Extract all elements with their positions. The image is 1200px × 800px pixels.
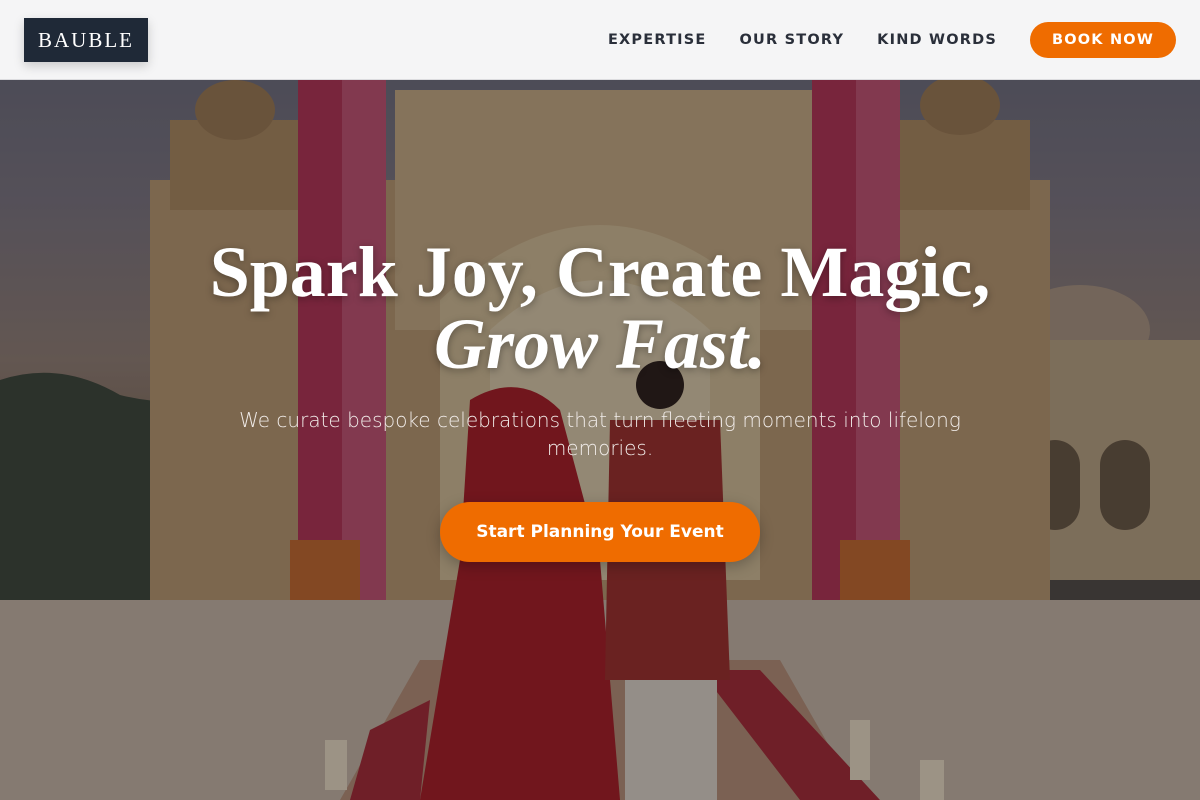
hero-section	[0, 0, 1200, 800]
start-planning-button[interactable]: Start Planning Your Event	[440, 502, 760, 562]
hero-headline-line2: Grow Fast.	[433, 304, 767, 384]
brand-logo[interactable]: BAUBLE	[24, 18, 148, 62]
nav-link-kind-words[interactable]: KIND WORDS	[877, 32, 997, 48]
main-nav: EXPERTISE OUR STORY KIND WORDS BOOK NOW	[608, 22, 1176, 58]
hero-headline: Spark Joy, Create Magic, Grow Fast.	[0, 236, 1200, 380]
hero-subheadline: We curate bespoke celebrations that turn…	[239, 408, 961, 460]
site-header: BAUBLE EXPERTISE OUR STORY KIND WORDS BO…	[0, 0, 1200, 80]
nav-link-expertise[interactable]: EXPERTISE	[608, 32, 707, 48]
hero-headline-line1: Spark Joy, Create Magic,	[209, 232, 991, 312]
book-now-button[interactable]: BOOK NOW	[1030, 22, 1176, 58]
nav-link-our-story[interactable]: OUR STORY	[740, 32, 845, 48]
